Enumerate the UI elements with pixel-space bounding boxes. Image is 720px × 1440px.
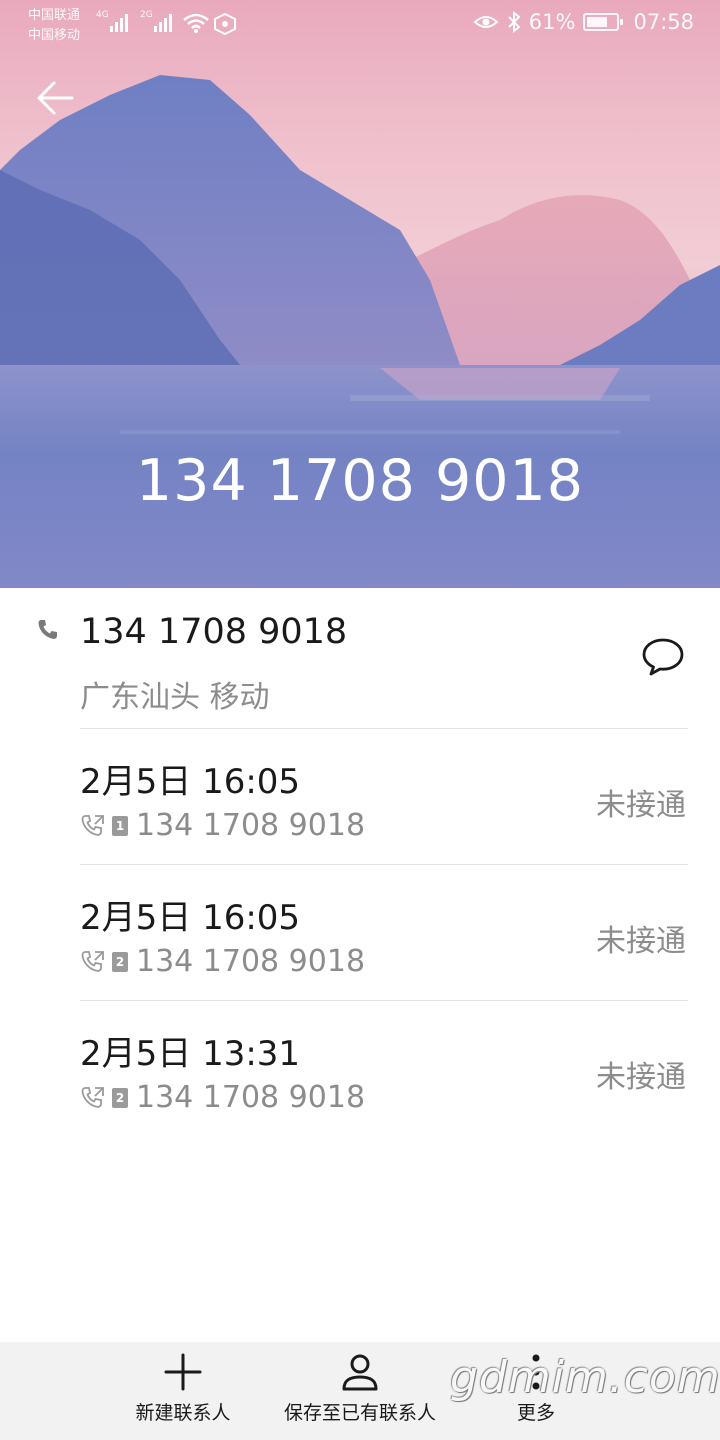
carrier-1: 中国联通 [28, 8, 81, 23]
call-number: 134 1708 9018 [136, 1080, 366, 1115]
hero-phone-number: 134 1708 9018 [135, 448, 585, 514]
outgoing-call-icon [81, 814, 104, 836]
sim-card-badge: 1 [112, 815, 128, 836]
eye-comfort-icon [473, 16, 499, 28]
call-time: 2月5日 13:31 [80, 1034, 301, 1074]
person-icon [342, 1354, 378, 1391]
battery-percent: 61% [528, 10, 576, 34]
hero-banner: 中国联通 中国移动 4G 2G 61% 07:58 134 1708 9018 [0, 0, 720, 588]
phone-icon [38, 620, 57, 639]
contact-location: 广东汕头 移动 [80, 680, 270, 715]
message-bubble-icon[interactable] [640, 636, 686, 678]
call-status: 未接通 [596, 924, 686, 959]
call-record-item[interactable]: 2月5日 16:05 1 134 1708 9018 未接通 [0, 728, 720, 864]
sim-card-badge: 2 [112, 951, 128, 972]
new-contact-label: 新建联系人 [135, 1402, 231, 1424]
signal-strength-2-icon [154, 14, 172, 32]
outgoing-call-icon [81, 1086, 104, 1108]
call-record-item[interactable]: 2月5日 16:05 2 134 1708 9018 未接通 [0, 864, 720, 1000]
network-type-1: 4G [96, 10, 109, 20]
call-record-item[interactable]: 2月5日 13:31 2 134 1708 9018 未接通 [0, 1000, 720, 1136]
bluetooth-icon [508, 11, 521, 33]
outgoing-call-icon [81, 950, 104, 972]
call-status: 未接通 [596, 1060, 686, 1095]
network-type-2: 2G [140, 10, 153, 20]
call-status: 未接通 [596, 788, 686, 823]
signal-strength-1-icon [110, 14, 128, 32]
sim-card-badge: 2 [112, 1087, 128, 1108]
call-detail: 1 134 1708 9018 [80, 808, 365, 843]
wifi-icon [183, 13, 209, 33]
battery-icon [583, 13, 624, 31]
save-to-existing-contact-button[interactable]: 保存至已有联系人 [272, 1342, 448, 1440]
watermark: gdmim.com [450, 1352, 720, 1403]
contact-number: 134 1708 9018 [80, 612, 348, 652]
new-contact-button[interactable]: 新建联系人 [118, 1342, 248, 1440]
plus-icon [164, 1353, 202, 1391]
carrier-2: 中国移动 [28, 28, 81, 43]
clock: 07:58 [633, 10, 694, 34]
status-bar: 中国联通 中国移动 4G 2G 61% 07:58 [0, 0, 720, 50]
call-time: 2月5日 16:05 [80, 898, 301, 938]
arrow-left-icon[interactable] [36, 78, 76, 118]
call-number: 134 1708 9018 [136, 808, 366, 843]
hotspot-icon [214, 13, 236, 35]
call-time: 2月5日 16:05 [80, 762, 301, 802]
status-right: 61% 07:58 [473, 10, 694, 34]
carrier-labels: 中国联通 中国移动 [28, 6, 80, 46]
call-number: 134 1708 9018 [136, 944, 366, 979]
call-detail: 2 134 1708 9018 [80, 944, 365, 979]
save-to-existing-label: 保存至已有联系人 [283, 1402, 436, 1424]
call-detail: 2 134 1708 9018 [80, 1080, 365, 1115]
